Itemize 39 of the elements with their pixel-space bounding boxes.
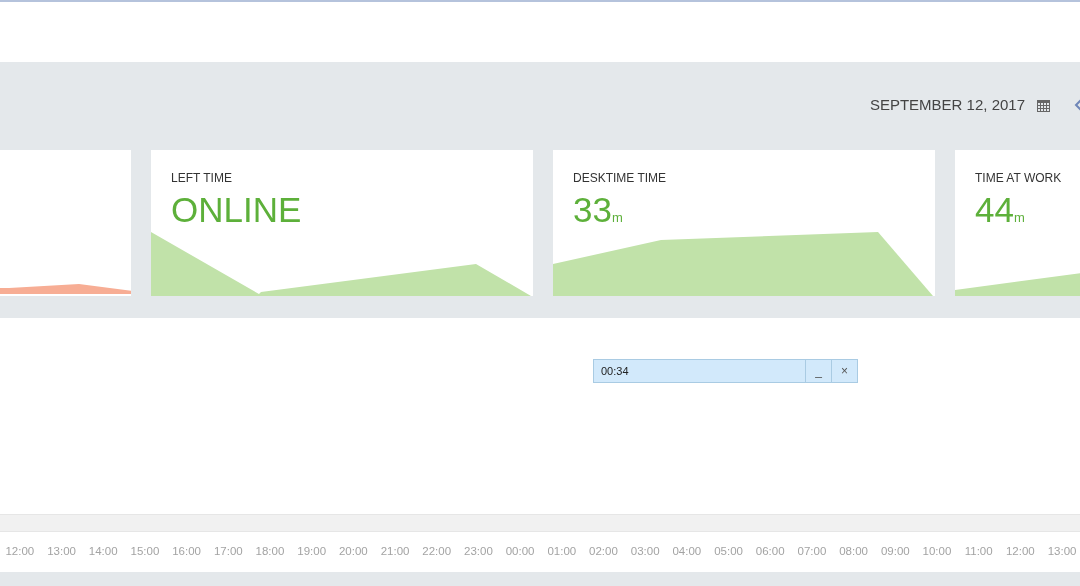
hour-label: 18:00	[254, 544, 286, 560]
hour-label: 14:00	[87, 544, 119, 560]
hour-label: 16:00	[171, 544, 202, 560]
hour-label: 11:00	[963, 544, 994, 560]
unit-label: m	[611, 209, 623, 227]
hour-label: 09:00	[879, 544, 911, 560]
hour-label: 15:00	[129, 544, 161, 560]
hour-label: 23:00	[463, 544, 494, 560]
date-label: SEPTEMBER 12, 2017	[869, 94, 1025, 115]
hour-label: 12:00	[4, 544, 36, 560]
hour-label: 03:00	[629, 544, 661, 560]
hour-label: 22:00	[421, 544, 453, 560]
hour-label: 17:00	[212, 544, 244, 560]
hour-label: 00:00	[504, 544, 536, 560]
card-value: 33	[573, 192, 612, 228]
calendar-icon[interactable]	[1037, 98, 1050, 112]
hour-label: 04:00	[671, 544, 703, 560]
hour-label: 08:00	[838, 544, 869, 560]
hour-label: 19:00	[296, 544, 328, 560]
card-title: TIME AT WORK	[975, 170, 1063, 186]
hour-label: 02:00	[588, 544, 619, 560]
hour-label: 12:00	[1004, 544, 1036, 560]
hour-label: 05:00	[713, 544, 744, 560]
hour-label: 10:00	[921, 544, 953, 560]
minimize-button[interactable]: _	[805, 360, 831, 382]
time-value: 00:34	[600, 364, 630, 379]
hour-label: 07:00	[796, 544, 828, 560]
card-title: DESKTIME TIME	[573, 170, 668, 186]
unit-label: m	[1013, 209, 1025, 227]
hour-label: 21:00	[379, 544, 411, 560]
hour-label: 01:00	[546, 544, 578, 560]
hour-label: 06:00	[754, 544, 786, 560]
hour-label: 13:00	[46, 544, 77, 560]
hour-label: 13:00	[1046, 544, 1078, 560]
close-button[interactable]: ×	[831, 360, 857, 382]
hour-label: 20:00	[337, 544, 369, 560]
card-value: ONLINE	[171, 192, 302, 228]
card-value: 44	[975, 192, 1014, 228]
card-title: LEFT TIME	[171, 170, 233, 186]
